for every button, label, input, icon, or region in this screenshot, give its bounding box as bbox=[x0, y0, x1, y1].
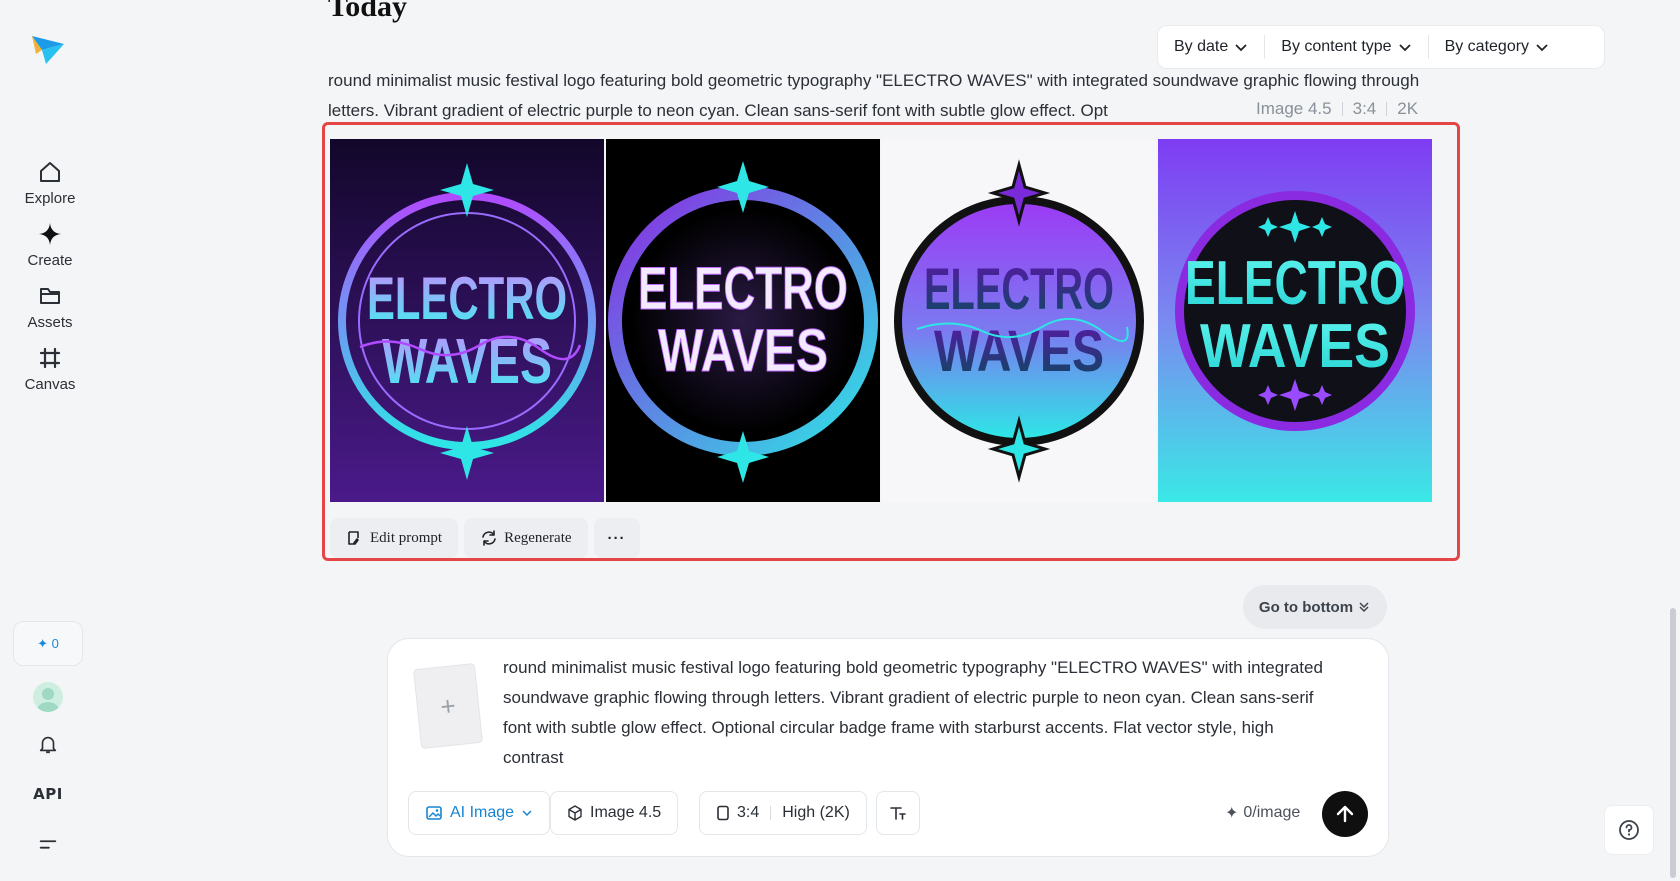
chevron-down-icon bbox=[522, 810, 532, 817]
double-chevron-down-icon bbox=[1359, 602, 1369, 613]
aspect-ratio-icon bbox=[717, 805, 729, 821]
more-icon: ··· bbox=[607, 529, 626, 547]
sparkle-icon: ✦ bbox=[37, 636, 49, 651]
image-text-line1: ELECTRO bbox=[924, 257, 1114, 322]
filter-label: By date bbox=[1174, 38, 1229, 55]
chevron-down-icon bbox=[1235, 44, 1247, 52]
send-button[interactable] bbox=[1322, 791, 1368, 837]
divider bbox=[1386, 102, 1388, 116]
notifications-button[interactable] bbox=[32, 728, 64, 760]
credits-count: 0 bbox=[51, 636, 59, 651]
sidebar-item-canvas[interactable]: Canvas bbox=[0, 346, 100, 393]
reference-image-upload[interactable]: + bbox=[412, 662, 484, 750]
image-text-line2: WAVES bbox=[658, 317, 828, 384]
generated-image-2[interactable]: ELECTRO WAVES bbox=[606, 139, 880, 502]
generation-result: ELECTRO WAVES ELECTRO WAVES ELECTRO WAVE… bbox=[322, 122, 1460, 561]
resolution-label: 2K bbox=[1397, 99, 1419, 118]
quality-label: High (2K) bbox=[782, 804, 850, 821]
cube-icon bbox=[568, 805, 582, 821]
avatar[interactable] bbox=[33, 682, 63, 712]
text-style-button[interactable] bbox=[876, 791, 920, 835]
image-text-line2: WAVES bbox=[934, 319, 1104, 384]
api-link[interactable]: API bbox=[28, 785, 68, 803]
model-label: Image 4.5 bbox=[590, 804, 662, 821]
chevron-down-icon bbox=[1536, 44, 1548, 52]
sparkle-icon bbox=[39, 223, 61, 245]
prompt-input[interactable]: round minimalist music festival logo fea… bbox=[503, 653, 1333, 773]
filter-label: By content type bbox=[1281, 38, 1392, 55]
sidebar-item-assets[interactable]: Assets bbox=[0, 284, 100, 331]
ratio-quality-selector[interactable]: 3:4 High (2K) bbox=[699, 791, 867, 835]
bell-icon bbox=[39, 736, 57, 754]
regenerate-button[interactable]: Regenerate bbox=[464, 518, 588, 558]
sidebar: Explore Create Assets Canvas ✦ 0 API bbox=[0, 0, 100, 881]
prompt-composer: + round minimalist music festival logo f… bbox=[387, 638, 1389, 857]
image-grid: ELECTRO WAVES ELECTRO WAVES ELECTRO WAVE… bbox=[330, 139, 1432, 502]
menu-button[interactable] bbox=[32, 828, 64, 860]
generated-image-3[interactable]: ELECTRO WAVES bbox=[882, 139, 1156, 502]
folder-icon bbox=[40, 288, 60, 304]
filter-by-category[interactable]: By category bbox=[1427, 35, 1565, 59]
cost-label: 0/image bbox=[1243, 804, 1301, 821]
edit-icon bbox=[348, 531, 359, 545]
sparkle-icon: ✦ bbox=[1225, 805, 1239, 822]
app-logo[interactable] bbox=[30, 30, 66, 66]
logo-icon bbox=[32, 36, 64, 64]
generated-image-4[interactable]: ELECTRO WAVES bbox=[1158, 139, 1432, 502]
go-to-bottom-label: Go to bottom bbox=[1258, 598, 1354, 616]
sidebar-item-label: Explore bbox=[24, 190, 76, 207]
cost-indicator: ✦ 0/image bbox=[1225, 803, 1300, 823]
edit-prompt-button[interactable]: Edit prompt bbox=[330, 518, 459, 558]
go-to-bottom-button[interactable]: Go to bottom bbox=[1243, 585, 1387, 629]
sidebar-item-label: Create bbox=[27, 252, 73, 269]
help-icon bbox=[1619, 820, 1639, 840]
filter-by-date[interactable]: By date bbox=[1158, 35, 1264, 59]
model-label: Image 4.5 bbox=[1256, 99, 1332, 118]
help-button[interactable] bbox=[1604, 805, 1654, 855]
edit-prompt-label: Edit prompt bbox=[370, 529, 443, 546]
mode-selector[interactable]: AI Image bbox=[408, 791, 551, 835]
refresh-icon bbox=[482, 530, 496, 546]
divider bbox=[770, 806, 772, 820]
model-selector[interactable]: Image 4.5 bbox=[550, 791, 679, 835]
user-icon bbox=[37, 688, 59, 712]
mode-label: AI Image bbox=[450, 804, 515, 821]
sidebar-item-label: Canvas bbox=[24, 376, 76, 393]
text-format-icon bbox=[890, 807, 906, 820]
result-actions: Edit prompt Regenerate ··· bbox=[330, 518, 640, 558]
credits-badge[interactable]: ✦ 0 bbox=[13, 621, 83, 666]
filter-bar: By date By content type By category bbox=[1157, 25, 1605, 69]
sidebar-item-label: Assets bbox=[27, 314, 73, 331]
image-text-line2: WAVES bbox=[382, 325, 552, 397]
frame-icon bbox=[39, 347, 61, 369]
ratio-label: 3:4 bbox=[737, 804, 760, 821]
divider bbox=[1341, 102, 1343, 116]
ai-image-icon bbox=[426, 806, 442, 820]
filter-label: By category bbox=[1444, 38, 1530, 55]
image-text-line1: ELECTRO bbox=[638, 255, 848, 322]
image-text-line2: WAVES bbox=[1200, 312, 1390, 381]
prompt-meta: Image 4.5 3:4 2K bbox=[1210, 96, 1419, 122]
filter-by-content-type[interactable]: By content type bbox=[1264, 35, 1427, 59]
plus-icon: + bbox=[438, 689, 458, 722]
section-title: Today bbox=[328, 0, 407, 23]
regenerate-label: Regenerate bbox=[504, 529, 572, 546]
home-icon bbox=[40, 162, 60, 182]
generated-image-1[interactable]: ELECTRO WAVES bbox=[330, 139, 604, 502]
menu-icon bbox=[39, 840, 57, 849]
more-options-button[interactable]: ··· bbox=[593, 518, 640, 558]
arrow-up-icon bbox=[1336, 805, 1354, 823]
scrollbar[interactable] bbox=[1670, 608, 1676, 878]
ratio-label: 3:4 bbox=[1352, 99, 1377, 118]
sidebar-item-explore[interactable]: Explore bbox=[0, 160, 100, 207]
image-text-line1: ELECTRO bbox=[1185, 249, 1405, 318]
sidebar-item-create[interactable]: Create bbox=[0, 222, 100, 269]
chevron-down-icon bbox=[1398, 44, 1411, 52]
image-text-line1: ELECTRO bbox=[367, 265, 567, 332]
